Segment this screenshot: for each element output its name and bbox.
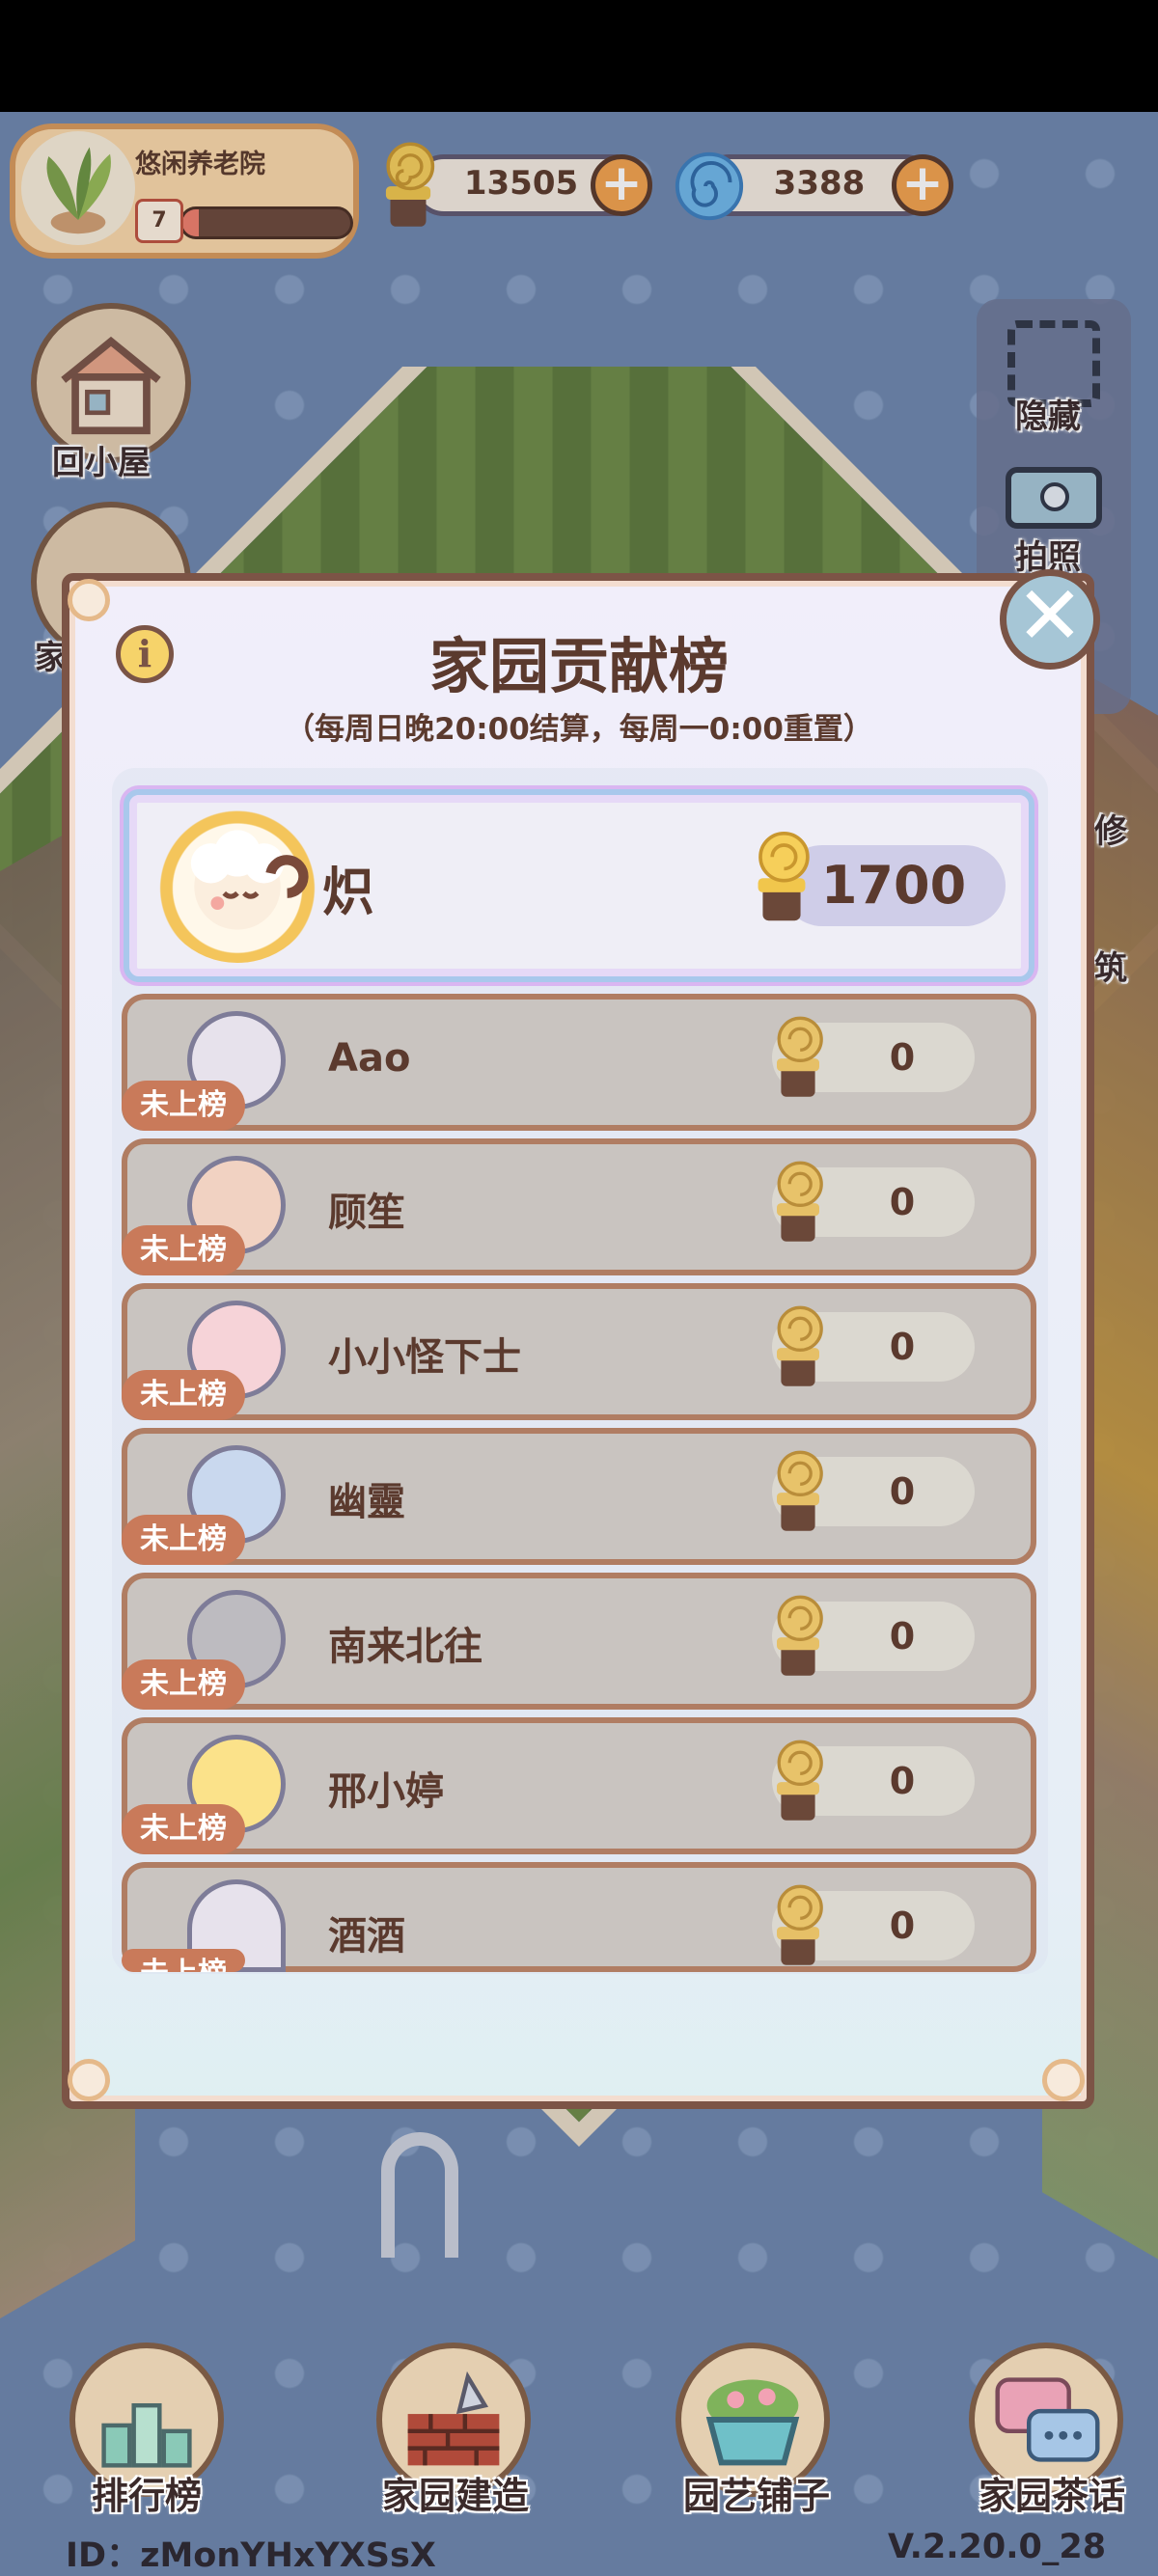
entry-name: 南来北往 — [328, 1625, 482, 1669]
entry-score: 0 — [889, 1036, 916, 1079]
entry-name: 顾笙 — [328, 1191, 405, 1235]
not-ranked-badge: 未上榜 — [122, 1081, 245, 1131]
entry-name: 邢小婷 — [328, 1769, 444, 1814]
close-button[interactable]: ✕ — [1000, 569, 1100, 670]
entry-score: 0 — [889, 1326, 916, 1368]
entry-name: 酒酒 — [328, 1914, 405, 1959]
corner-ornament — [68, 2059, 110, 2101]
top-entry-score: 1700 — [820, 855, 967, 916]
shop-label[interactable]: 园艺铺子 — [660, 2466, 853, 2519]
not-ranked-badge: 未上榜 — [122, 1225, 245, 1275]
ranking-label[interactable]: 排行榜 — [60, 2466, 234, 2519]
entry-score: 0 — [889, 1760, 916, 1802]
corner-ornament — [1042, 2059, 1085, 2101]
version-text: V.2.20.0_28 — [888, 2528, 1107, 2566]
not-ranked-badge: 未上榜 — [122, 1515, 245, 1565]
user-id: ID：zMonYHxYXSsX — [66, 2536, 436, 2575]
entry-name: Aao — [328, 1036, 411, 1081]
status-bar — [0, 0, 1158, 112]
entry-score: 0 — [889, 1470, 916, 1513]
not-ranked-badge: 未上榜 — [122, 1949, 245, 1972]
entry-score: 0 — [889, 1181, 916, 1223]
entry-name: 小小怪下士 — [328, 1335, 521, 1380]
entry-score: 0 — [889, 1615, 916, 1658]
not-ranked-badge: 未上榜 — [122, 1659, 245, 1710]
build-label[interactable]: 家园建造 — [359, 2466, 552, 2519]
modal-subtitle: （每周日晚20:00结算，每周一0:00重置） — [285, 712, 873, 747]
top-entry-name: 炽 — [322, 862, 374, 922]
sheep-avatar-icon — [154, 797, 320, 963]
not-ranked-badge: 未上榜 — [122, 1370, 245, 1420]
chat-label[interactable]: 家园茶话 — [955, 2466, 1148, 2519]
corner-ornament — [68, 579, 110, 621]
entry-name: 幽靈 — [328, 1480, 405, 1524]
modal-title: 家园贡献榜 — [428, 631, 729, 701]
entry-score: 0 — [889, 1905, 916, 1947]
not-ranked-badge: 未上榜 — [122, 1804, 245, 1854]
